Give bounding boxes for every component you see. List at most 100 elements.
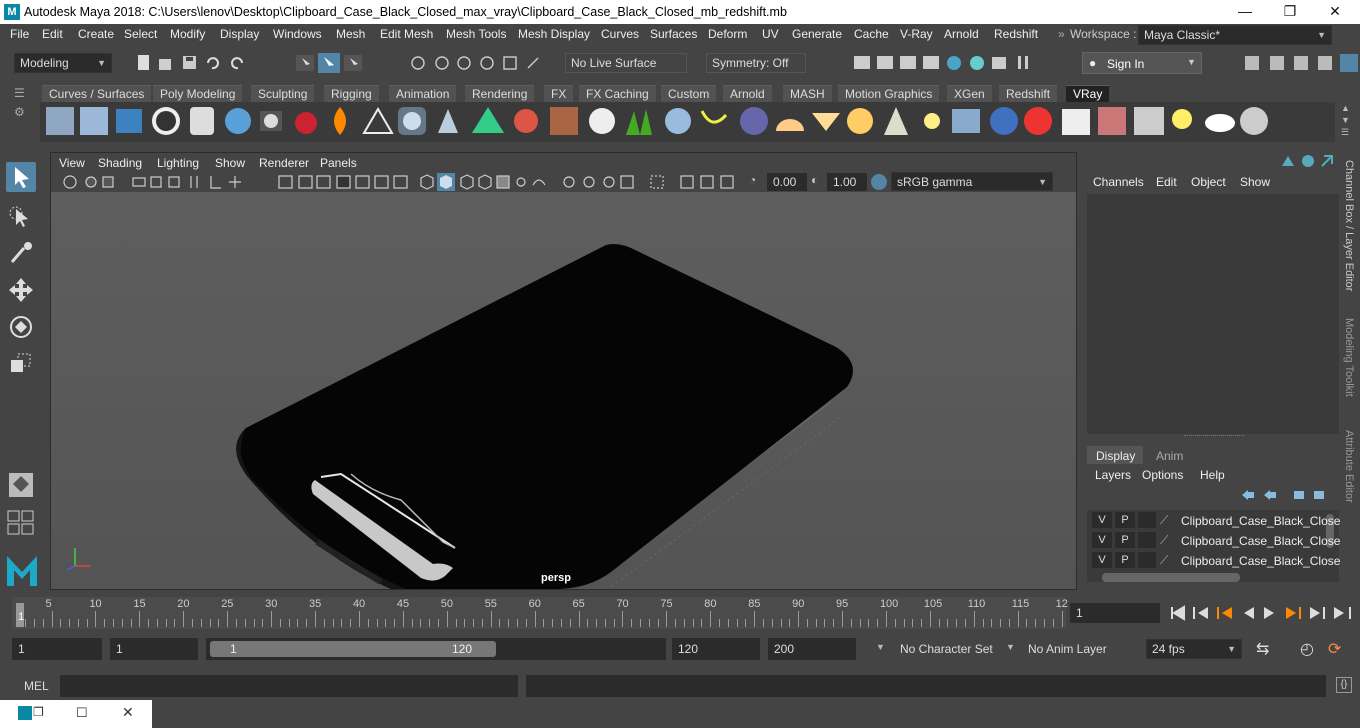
minimize-button[interactable]: —	[1222, 0, 1268, 24]
four-view-layout-icon[interactable]	[6, 509, 36, 537]
live-surface-field[interactable]: No Live Surface	[565, 53, 687, 73]
menu-vray[interactable]: V-Ray	[900, 27, 933, 41]
time-slider[interactable]: 5 10 15 20 25 30 35 40 45 50 55 60 65 70 75 80 85 90 95 100…	[0, 597, 1360, 629]
layer-row[interactable]: V P ⟋ Clipboard_Case_Black_Close	[1090, 552, 1340, 572]
panel-menu-shading[interactable]: Shading	[98, 156, 142, 170]
layer-options-menu[interactable]: Options	[1142, 468, 1183, 482]
panel-menu-panels[interactable]: Panels	[320, 156, 357, 170]
shelf-tab-fx-caching[interactable]: FX Caching	[579, 85, 656, 102]
menu-edit-mesh[interactable]: Edit Mesh	[380, 27, 433, 41]
channel-edit-menu[interactable]: Edit	[1156, 175, 1177, 189]
layer-playback-toggle[interactable]: P	[1115, 532, 1135, 548]
panel-toolbar-icons[interactable]	[61, 173, 751, 191]
single-perspective-layout-icon[interactable]	[6, 470, 36, 500]
move-tool-icon[interactable]	[6, 275, 36, 305]
shelf-tab-sculpting[interactable]: Sculpting	[251, 85, 315, 102]
menu-set-dropdown[interactable]: Modeling ▼	[14, 53, 112, 73]
menu-create[interactable]: Create	[78, 27, 114, 41]
shelf-tab-arnold[interactable]: Arnold	[723, 85, 772, 102]
layer-action-icons[interactable]	[1240, 488, 1330, 502]
vray-shelf-icons[interactable]	[42, 103, 1282, 141]
shelf-tab-mash[interactable]: MASH	[783, 85, 832, 102]
side-tab-channel-box[interactable]: Channel Box / Layer Editor	[1343, 160, 1355, 291]
close-button[interactable]: ✕	[1312, 0, 1358, 24]
tab-display[interactable]: Display	[1087, 446, 1143, 464]
menu-curves[interactable]: Curves	[601, 27, 639, 41]
menu-cache[interactable]: Cache	[854, 27, 889, 41]
shelf-tab-xgen[interactable]: XGen	[947, 85, 992, 102]
panel-menu-show[interactable]: Show	[215, 156, 245, 170]
side-tab-modeling-toolkit[interactable]: Modeling Toolkit	[1343, 318, 1355, 397]
channels-menu[interactable]: Channels	[1093, 175, 1144, 189]
layer-row[interactable]: V P ⟋ Clipboard_Case_Black_Close	[1090, 512, 1340, 532]
symmetry-field[interactable]: Symmetry: Off	[706, 53, 806, 73]
menu-deform[interactable]: Deform	[708, 27, 747, 41]
panel-menu-lighting[interactable]: Lighting	[157, 156, 199, 170]
rotate-tool-icon[interactable]	[6, 312, 36, 342]
shelf-menu-icon[interactable]: ☰	[14, 86, 30, 100]
layer-color-swatch[interactable]	[1138, 552, 1156, 568]
shelf-tab-custom[interactable]: Custom	[661, 85, 717, 102]
shelf-tab-rendering[interactable]: Rendering	[465, 85, 535, 102]
animation-start-field[interactable]: 1	[12, 638, 102, 660]
layers-menu[interactable]: Layers	[1095, 468, 1131, 482]
lasso-tool-icon[interactable]	[6, 201, 36, 231]
menu-uv[interactable]: UV	[762, 27, 779, 41]
current-frame-field[interactable]: 1	[1070, 603, 1160, 623]
color-space-dropdown[interactable]: sRGB gamma ▼	[891, 172, 1053, 191]
menu-windows[interactable]: Windows	[273, 27, 322, 41]
restore-icon[interactable]: ❐	[33, 705, 44, 719]
tab-anim[interactable]: Anim	[1156, 449, 1183, 463]
color-management-toggle-icon[interactable]	[871, 174, 887, 190]
side-tab-attribute-editor[interactable]: Attribute Editor	[1343, 430, 1355, 503]
menu-surfaces[interactable]: Surfaces	[650, 27, 697, 41]
shelf-tab-poly-modeling[interactable]: Poly Modeling	[153, 85, 243, 102]
range-slider[interactable]: 1 120	[206, 638, 666, 660]
animation-preferences-icon[interactable]: ⟳	[1328, 639, 1341, 659]
layer-playback-toggle[interactable]: P	[1115, 552, 1135, 568]
channel-object-menu[interactable]: Object	[1191, 175, 1226, 189]
menu-mesh-tools[interactable]: Mesh Tools	[446, 27, 506, 41]
playback-end-field[interactable]: 120	[672, 638, 760, 660]
shelf-gear-icon[interactable]: ⚙	[14, 105, 25, 119]
selection-mode-icons[interactable]	[294, 52, 364, 74]
auto-key-icon[interactable]: ◴	[1300, 639, 1314, 659]
script-editor-icon[interactable]: {}	[1336, 677, 1352, 693]
fps-dropdown[interactable]: 24 fps ▼	[1146, 639, 1242, 659]
layer-playback-toggle[interactable]: P	[1115, 512, 1135, 528]
layer-color-swatch[interactable]	[1138, 532, 1156, 548]
shelf-tab-rigging[interactable]: Rigging	[324, 85, 379, 102]
menu-mesh-display[interactable]: Mesh Display	[518, 27, 590, 41]
layer-row[interactable]: V P ⟋ Clipboard_Case_Black_Close	[1090, 532, 1340, 552]
menu-file[interactable]: File	[10, 27, 29, 41]
shelf-tab-vray[interactable]: VRay	[1066, 85, 1110, 102]
menu-select[interactable]: Select	[124, 27, 157, 41]
shelf-tab-animation[interactable]: Animation	[389, 85, 457, 102]
panel-toggle-icons[interactable]	[1242, 53, 1358, 73]
animation-end-field[interactable]: 200	[768, 638, 856, 660]
gamma-field[interactable]: 1.00	[827, 173, 867, 191]
panel-menu-view[interactable]: View	[59, 156, 85, 170]
menu-modify[interactable]: Modify	[170, 27, 205, 41]
shelf-tab-motion-graphics[interactable]: Motion Graphics	[838, 85, 940, 102]
panel-menu-renderer[interactable]: Renderer	[259, 156, 309, 170]
menu-redshift[interactable]: Redshift	[994, 27, 1038, 41]
menu-overflow-icon[interactable]: »	[1058, 27, 1065, 41]
playback-controls[interactable]	[1168, 603, 1354, 623]
maximize-icon[interactable]: ☐	[76, 705, 88, 721]
select-tool-icon[interactable]	[6, 162, 36, 192]
workspace-dropdown[interactable]: Maya Classic* ▼	[1138, 25, 1332, 45]
script-language-label[interactable]: MEL	[24, 679, 49, 693]
layer-color-swatch[interactable]	[1138, 512, 1156, 528]
channel-box-toggle-icons[interactable]	[1280, 152, 1336, 170]
scale-tool-icon[interactable]	[6, 349, 36, 379]
perspective-viewport[interactable]: persp	[51, 192, 1076, 589]
shelf-tab-fx[interactable]: FX	[544, 85, 574, 102]
character-set-dropdown[interactable]: No Character Set	[894, 638, 1004, 660]
shelf-tab-curves-surfaces[interactable]: Curves / Surfaces	[42, 85, 152, 102]
sign-in-button[interactable]: ● Sign In ▼	[1082, 52, 1202, 74]
channel-show-menu[interactable]: Show	[1240, 175, 1270, 189]
render-icons[interactable]	[852, 53, 1034, 73]
layer-visibility-toggle[interactable]: V	[1092, 552, 1112, 568]
menu-display[interactable]: Display	[220, 27, 259, 41]
